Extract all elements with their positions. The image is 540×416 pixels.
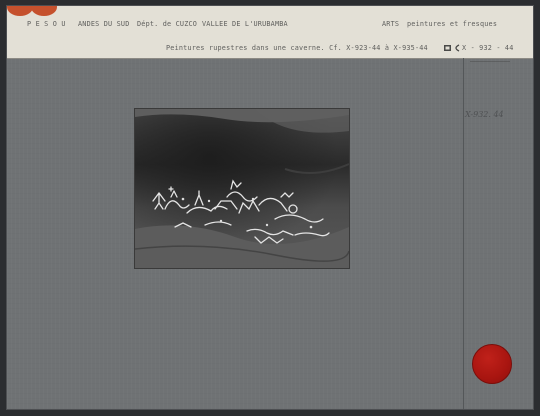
card-subject: ARTS bbox=[382, 20, 400, 28]
cave-painting-photo bbox=[134, 108, 350, 269]
card-valley: VALLEE DE L'URUBAMBA bbox=[202, 20, 288, 28]
rock-art-image bbox=[135, 109, 349, 268]
card-subject-detail: peintures et fresques bbox=[407, 20, 498, 28]
card-code: P E S O U bbox=[27, 20, 66, 28]
punch-hole-left bbox=[7, 6, 33, 16]
reference-stamp-icon bbox=[444, 44, 460, 52]
card-caption: Peintures rupestres dans une caverne. Cf… bbox=[166, 44, 428, 52]
library-seal bbox=[472, 344, 512, 384]
card-reference: X - 932 - 44 bbox=[462, 44, 514, 52]
card-header: P E S O U ANDES DU SUD Dépt. de CUZCO VA… bbox=[7, 6, 533, 59]
faint-pencil-mark bbox=[470, 61, 510, 70]
punch-hole-right bbox=[31, 6, 57, 16]
card-region: ANDES DU SUD bbox=[78, 20, 130, 28]
handwritten-reference: X-932. 44 bbox=[465, 110, 504, 119]
card-department: Dépt. de CUZCO bbox=[137, 20, 198, 28]
margin-rule bbox=[463, 58, 464, 409]
archive-card: P E S O U ANDES DU SUD Dépt. de CUZCO VA… bbox=[6, 5, 534, 410]
